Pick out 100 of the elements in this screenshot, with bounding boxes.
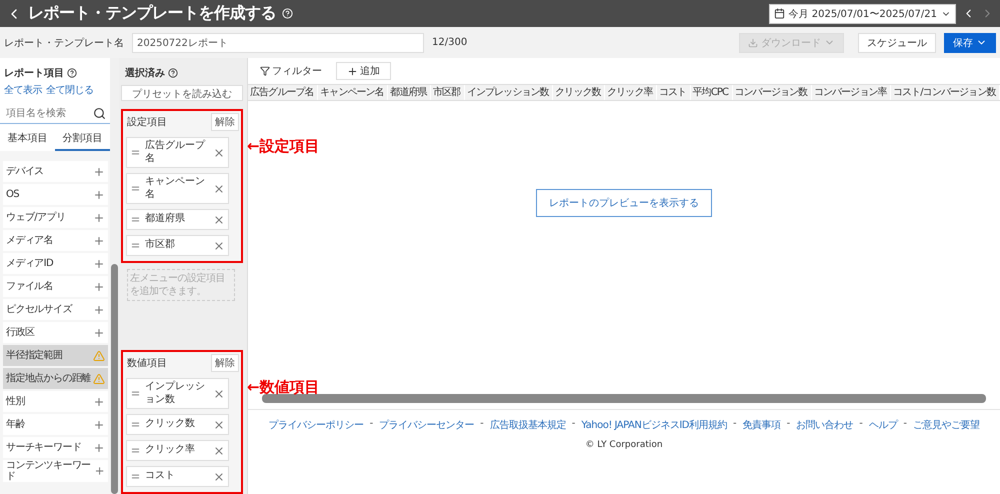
report-item[interactable]: ファイル名 <box>3 276 108 297</box>
download-icon <box>748 38 758 48</box>
report-item[interactable]: メディアID <box>3 253 108 274</box>
template-name-field[interactable]: 20250722レポート <box>132 32 424 52</box>
load-preset-button[interactable]: プリセットを読み込む <box>121 85 243 101</box>
plus-icon[interactable] <box>93 280 105 292</box>
annotation-label: ←設定項目 <box>247 137 320 156</box>
close-icon[interactable] <box>213 470 225 482</box>
plus-icon[interactable] <box>93 304 105 316</box>
column-header: 平均CPC <box>690 85 733 100</box>
plus-icon[interactable] <box>93 166 105 178</box>
separator: - <box>370 418 374 431</box>
help-icon[interactable] <box>168 68 178 78</box>
item-label: コンテンツキーワード <box>6 460 92 482</box>
selected-item-chip[interactable]: クリック率 <box>126 440 229 461</box>
save-button[interactable]: 保存 <box>944 32 996 52</box>
selected-title: 選択済み <box>125 66 165 80</box>
column-header: 広告グループ名 <box>248 85 318 100</box>
footer-link[interactable]: プライバシーポリシー <box>268 418 364 432</box>
plus-icon[interactable] <box>93 188 105 200</box>
report-item[interactable]: 指定地点からの距離 <box>3 368 108 389</box>
report-item[interactable]: メディア名 <box>3 230 108 251</box>
separator: - <box>859 418 863 431</box>
clear-button[interactable]: 解除 <box>211 354 239 372</box>
schedule-button[interactable]: スケジュール <box>858 32 936 52</box>
selected-item-chip[interactable]: コスト <box>126 466 229 487</box>
annotation-label: ←数値項目 <box>247 378 320 397</box>
help-icon[interactable] <box>67 68 77 78</box>
plus-icon[interactable] <box>93 418 105 430</box>
search-icon[interactable] <box>93 106 106 120</box>
report-item[interactable]: ウェブ/アプリ <box>3 207 108 228</box>
hint-text: 左メニューの設定項目を追加できます。 <box>127 269 235 301</box>
column-header: 都道府県 <box>388 85 432 100</box>
report-items-title: レポート項目 <box>4 67 64 80</box>
column-header: キャンペーン名 <box>318 85 388 100</box>
item-label: メディアID <box>6 258 54 269</box>
plus-icon <box>347 66 358 76</box>
report-item[interactable]: サーチキーワード <box>3 437 108 458</box>
copyright-text: © LY Corporation <box>585 440 663 450</box>
plus-icon[interactable] <box>93 326 105 338</box>
plus-icon[interactable] <box>93 442 105 454</box>
plus-icon[interactable] <box>93 396 105 408</box>
close-icon[interactable] <box>213 418 225 430</box>
expand-link[interactable]: 全て表示 <box>4 83 42 97</box>
report-item[interactable]: コンテンツキーワード <box>3 460 108 482</box>
chip-label: クリック率 <box>145 444 196 457</box>
footer-link[interactable]: 広告取扱基本規定 <box>490 418 566 432</box>
calendar-icon <box>774 8 785 19</box>
footer-link[interactable]: 免責事項 <box>742 418 781 432</box>
plus-icon[interactable] <box>93 212 105 224</box>
item-label: ファイル名 <box>6 281 54 292</box>
footer-link[interactable]: Yahoo! JAPANビジネスID利用規約 <box>581 418 727 432</box>
section-title: 数値項目 <box>127 357 167 370</box>
chip-label: インプレッション数 <box>145 381 206 406</box>
plus-icon[interactable] <box>94 465 105 477</box>
footer-link[interactable]: ヘルプ <box>868 418 898 432</box>
footer-link[interactable]: お問い合わせ <box>796 418 854 432</box>
selected-item-chip[interactable]: インプレッション数 <box>126 378 229 409</box>
column-header: 市区郡 <box>431 85 465 100</box>
item-label: 半径指定範囲 <box>6 350 62 361</box>
item-label: メディア名 <box>6 235 54 246</box>
close-icon[interactable] <box>213 214 225 226</box>
column-header: インプレッション数 <box>464 85 554 100</box>
selected-item-chip[interactable]: 広告グループ名 <box>126 137 229 168</box>
clear-button[interactable]: 解除 <box>211 113 239 131</box>
footer-link[interactable]: プライバシーセンター <box>379 418 474 432</box>
column-header: コンバージョン数 <box>732 85 812 100</box>
selected-item-chip[interactable]: 市区郡 <box>126 235 229 256</box>
show-preview-button[interactable]: レポートのプレビューを表示する <box>536 189 712 217</box>
selected-item-chip[interactable]: 都道府県 <box>126 209 229 230</box>
close-icon[interactable] <box>213 146 225 158</box>
item-label: デバイス <box>6 166 44 177</box>
close-icon[interactable] <box>213 240 225 252</box>
report-item[interactable]: ピクセルサイズ <box>3 299 108 320</box>
warning-icon <box>93 350 105 362</box>
template-name-label: レポート・テンプレート名 <box>4 36 124 50</box>
close-icon[interactable] <box>213 182 225 194</box>
report-item[interactable]: 性別 <box>3 391 108 412</box>
expand-link[interactable]: 全て閉じる <box>46 83 94 97</box>
report-item[interactable]: 行政区 <box>3 322 108 343</box>
selected-item-chip[interactable]: クリック数 <box>126 414 229 435</box>
close-icon[interactable] <box>213 388 225 400</box>
close-icon[interactable] <box>213 444 225 456</box>
report-item[interactable]: OS <box>3 184 108 205</box>
report-item[interactable]: 半径指定範囲 <box>3 345 108 366</box>
selected-item-chip[interactable]: キャンペーン名 <box>126 173 229 204</box>
footer-link[interactable]: ご意見やご要望 <box>912 418 980 432</box>
scrollbar-thumb[interactable] <box>262 394 986 403</box>
plus-icon[interactable] <box>93 234 105 246</box>
chip-label: 都道府県 <box>145 213 186 226</box>
add-button[interactable]: 追加 <box>336 62 391 80</box>
filter-icon <box>260 66 270 76</box>
plus-icon[interactable] <box>93 258 105 270</box>
separator: - <box>733 418 737 431</box>
item-label: 年齢 <box>6 419 25 430</box>
scrollbar-thumb[interactable] <box>111 264 118 494</box>
chip-label: コスト <box>145 470 176 483</box>
date-range-picker[interactable]: 今月 2025/07/01〜2025/07/21 <box>768 4 956 24</box>
report-item[interactable]: 年齢 <box>3 414 108 435</box>
report-item[interactable]: デバイス <box>3 161 108 182</box>
